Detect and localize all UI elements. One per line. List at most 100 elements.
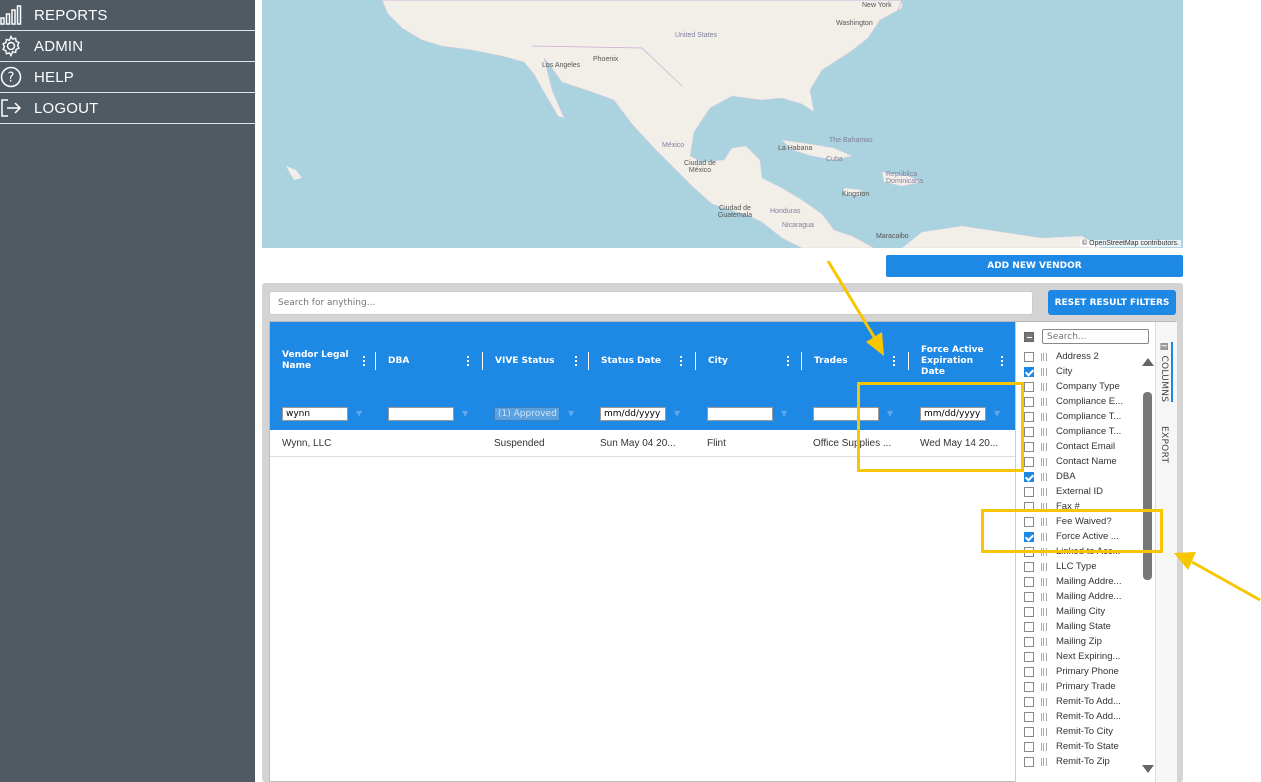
drag-handle-icon[interactable] bbox=[1041, 472, 1047, 481]
vendor-filter-input[interactable] bbox=[282, 407, 348, 421]
scroll-up-icon[interactable] bbox=[1142, 358, 1154, 366]
column-checkbox[interactable] bbox=[1024, 351, 1034, 362]
column-list-item[interactable]: Compliance T... bbox=[1016, 424, 1141, 439]
column-checkbox[interactable] bbox=[1024, 756, 1034, 767]
column-list-scrollbar[interactable] bbox=[1141, 358, 1154, 773]
sidebar-item-logout[interactable]: LOGOUT bbox=[0, 93, 255, 124]
column-checkbox[interactable] bbox=[1024, 366, 1034, 377]
column-checkbox[interactable] bbox=[1024, 681, 1034, 692]
column-list-item[interactable]: Mailing Addre... bbox=[1016, 589, 1141, 604]
drag-handle-icon[interactable] bbox=[1041, 667, 1047, 676]
drag-handle-icon[interactable] bbox=[1041, 457, 1047, 466]
column-checkbox[interactable] bbox=[1024, 651, 1034, 662]
drag-handle-icon[interactable] bbox=[1041, 577, 1047, 586]
drag-handle-icon[interactable] bbox=[1041, 607, 1047, 616]
drag-handle-icon[interactable] bbox=[1041, 397, 1047, 406]
column-header-vendor-legal-name[interactable]: Vendor Legal Name bbox=[270, 322, 375, 400]
status-date-filter-input[interactable] bbox=[600, 407, 666, 421]
column-menu-icon[interactable] bbox=[787, 356, 789, 366]
column-list-item[interactable]: Contact Email bbox=[1016, 439, 1141, 454]
column-menu-icon[interactable] bbox=[467, 356, 469, 366]
column-header-vive-status[interactable]: VIVE Status bbox=[483, 322, 589, 400]
column-checkbox[interactable] bbox=[1024, 741, 1034, 752]
column-list-item[interactable]: Mailing Zip bbox=[1016, 634, 1141, 649]
column-list-item[interactable]: City bbox=[1016, 364, 1141, 379]
column-list-item[interactable]: Compliance T... bbox=[1016, 409, 1141, 424]
column-menu-icon[interactable] bbox=[363, 356, 365, 366]
column-checkbox[interactable] bbox=[1024, 456, 1034, 467]
reset-filters-button[interactable]: RESET RESULT FILTERS bbox=[1048, 290, 1176, 315]
filter-icon[interactable]: ▼ bbox=[781, 409, 787, 418]
column-menu-icon[interactable] bbox=[575, 356, 577, 366]
column-menu-icon[interactable] bbox=[893, 356, 895, 366]
select-all-columns-checkbox[interactable] bbox=[1024, 332, 1034, 342]
sidebar-item-help[interactable]: ? HELP bbox=[0, 62, 255, 93]
column-list-item[interactable]: Next Expiring... bbox=[1016, 649, 1141, 664]
column-checkbox[interactable] bbox=[1024, 396, 1034, 407]
column-checkbox[interactable] bbox=[1024, 591, 1034, 602]
column-list-item[interactable]: Contact Name bbox=[1016, 454, 1141, 469]
sidebar-item-reports[interactable]: REPORTS bbox=[0, 0, 255, 31]
column-list-item[interactable]: Remit-To Add... bbox=[1016, 694, 1141, 709]
column-list-item[interactable]: Remit-To State bbox=[1016, 739, 1141, 754]
drag-handle-icon[interactable] bbox=[1041, 622, 1047, 631]
sidebar-item-admin[interactable]: ADMIN bbox=[0, 31, 255, 62]
filter-icon[interactable]: ▼ bbox=[568, 409, 574, 418]
filter-icon[interactable]: ▼ bbox=[462, 409, 468, 418]
column-checkbox[interactable] bbox=[1024, 726, 1034, 737]
scroll-down-icon[interactable] bbox=[1142, 765, 1154, 773]
column-checkbox[interactable] bbox=[1024, 606, 1034, 617]
column-checkbox[interactable] bbox=[1024, 441, 1034, 452]
column-checkbox[interactable] bbox=[1024, 666, 1034, 677]
drag-handle-icon[interactable] bbox=[1041, 382, 1047, 391]
drag-handle-icon[interactable] bbox=[1041, 757, 1047, 766]
column-list-item[interactable]: Mailing State bbox=[1016, 619, 1141, 634]
global-search-input[interactable] bbox=[269, 291, 1033, 315]
column-checkbox[interactable] bbox=[1024, 711, 1034, 722]
column-checkbox[interactable] bbox=[1024, 561, 1034, 572]
column-list-item[interactable]: LLC Type bbox=[1016, 559, 1141, 574]
column-checkbox[interactable] bbox=[1024, 576, 1034, 587]
column-list-item[interactable]: External ID bbox=[1016, 484, 1141, 499]
filter-icon[interactable]: ▼ bbox=[356, 409, 362, 418]
column-list-item[interactable]: DBA bbox=[1016, 469, 1141, 484]
drag-handle-icon[interactable] bbox=[1041, 352, 1047, 361]
column-checkbox[interactable] bbox=[1024, 636, 1034, 647]
column-checkbox[interactable] bbox=[1024, 621, 1034, 632]
column-checkbox[interactable] bbox=[1024, 696, 1034, 707]
column-list-item[interactable]: Mailing City bbox=[1016, 604, 1141, 619]
drag-handle-icon[interactable] bbox=[1041, 592, 1047, 601]
drag-handle-icon[interactable] bbox=[1041, 712, 1047, 721]
tab-columns[interactable]: ▤ COLUMNS bbox=[1159, 342, 1173, 403]
column-list-item[interactable]: Remit-To City bbox=[1016, 724, 1141, 739]
drag-handle-icon[interactable] bbox=[1041, 697, 1047, 706]
column-checkbox[interactable] bbox=[1024, 381, 1034, 392]
map-attribution[interactable]: © OpenStreetMap contributors. bbox=[1080, 240, 1181, 247]
drag-handle-icon[interactable] bbox=[1041, 562, 1047, 571]
drag-handle-icon[interactable] bbox=[1041, 412, 1047, 421]
column-search-input[interactable] bbox=[1042, 329, 1149, 344]
filter-icon[interactable]: ▼ bbox=[674, 409, 680, 418]
vendor-map[interactable]: New York Washington United States Los An… bbox=[262, 0, 1183, 248]
column-list-item[interactable]: Remit-To Add... bbox=[1016, 709, 1141, 724]
column-list-item[interactable]: Primary Phone bbox=[1016, 664, 1141, 679]
drag-handle-icon[interactable] bbox=[1041, 427, 1047, 436]
column-list-item[interactable]: Mailing Addre... bbox=[1016, 574, 1141, 589]
column-list-item[interactable]: Primary Trade bbox=[1016, 679, 1141, 694]
drag-handle-icon[interactable] bbox=[1041, 367, 1047, 376]
column-checkbox[interactable] bbox=[1024, 486, 1034, 497]
drag-handle-icon[interactable] bbox=[1041, 487, 1047, 496]
add-new-vendor-button[interactable]: ADD NEW VENDOR bbox=[886, 255, 1183, 277]
column-list-item[interactable]: Remit-To Zip bbox=[1016, 754, 1141, 769]
column-list-item[interactable]: Compliance E... bbox=[1016, 394, 1141, 409]
dba-filter-input[interactable] bbox=[388, 407, 454, 421]
column-checkbox[interactable] bbox=[1024, 471, 1034, 482]
drag-handle-icon[interactable] bbox=[1041, 682, 1047, 691]
drag-handle-icon[interactable] bbox=[1041, 727, 1047, 736]
city-filter-input[interactable] bbox=[707, 407, 773, 421]
drag-handle-icon[interactable] bbox=[1041, 742, 1047, 751]
column-menu-icon[interactable] bbox=[680, 356, 682, 366]
column-menu-icon[interactable] bbox=[1001, 356, 1003, 366]
column-checkbox[interactable] bbox=[1024, 411, 1034, 422]
column-list-item[interactable]: Company Type bbox=[1016, 379, 1141, 394]
